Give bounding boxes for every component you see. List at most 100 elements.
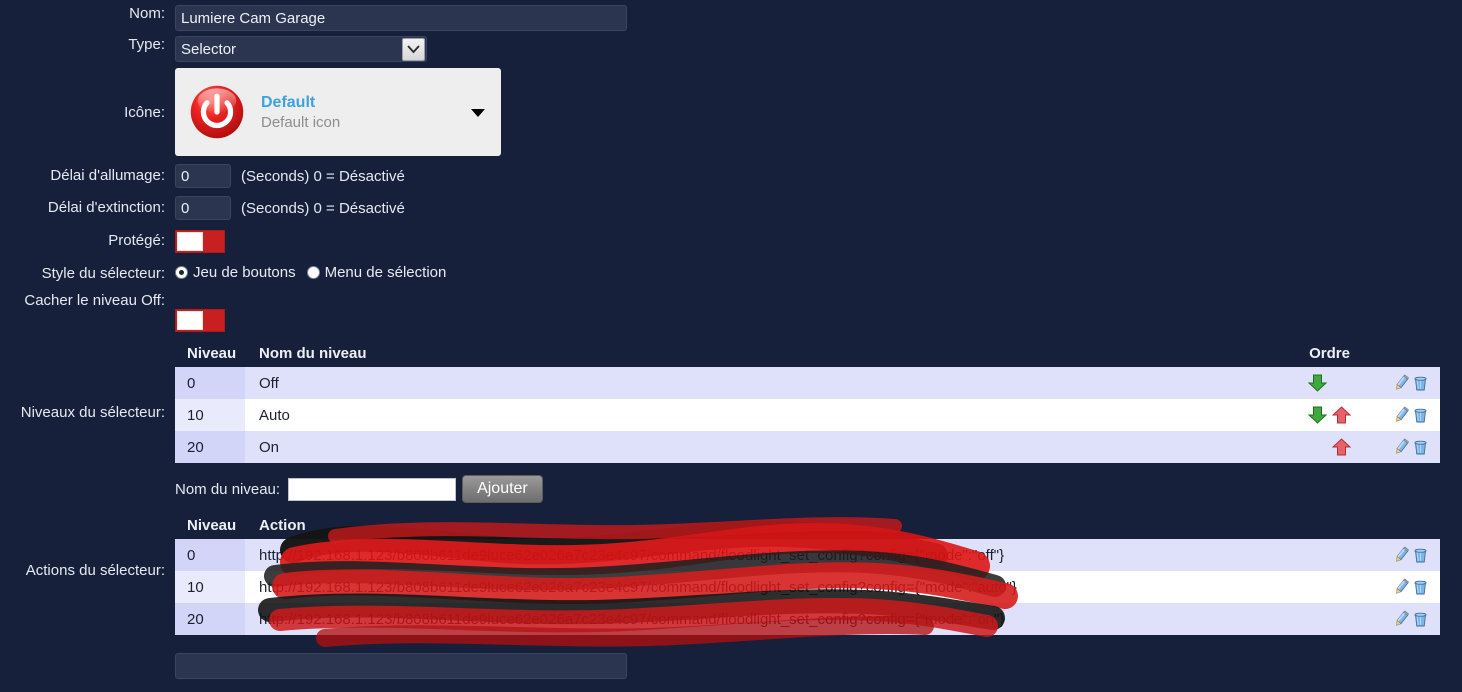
field-row-bottom-partial (0, 653, 1462, 679)
icon-label: Icône: (124, 104, 165, 121)
action-url: http://192.168.1.123/b808b611de9luce62e0… (245, 571, 1382, 603)
icon-title: Default (261, 93, 316, 111)
off-delay-note: (Seconds) 0 = Désactivé (241, 199, 405, 217)
chevron-down-icon[interactable] (402, 38, 425, 61)
toggle-knob (177, 311, 203, 330)
trash-icon[interactable] (1412, 610, 1429, 628)
radio-button-set[interactable] (175, 266, 188, 279)
actions-table: Niveau Action 0 http://192.168.1.123/b808… (175, 514, 1440, 635)
actions-header-level: Niveau (187, 517, 237, 534)
levels-table-row: 0 Off (175, 367, 1440, 399)
field-row-type: Type: (0, 36, 1462, 62)
actions-table-row: 0 http://192.168.1.123/b808b611de9luce62e… (175, 539, 1440, 571)
trash-icon[interactable] (1412, 578, 1429, 596)
add-level-input[interactable] (288, 477, 457, 501)
field-row-actions: Actions du sélecteur: Niveau Action 0 htt… (0, 514, 1462, 647)
type-label: Type: (128, 36, 165, 53)
level-order-controls (1277, 367, 1382, 399)
action-url: http://192.168.1.123/b808b611de9luce62e0… (245, 539, 1382, 571)
actions-table-header: Niveau Action (175, 514, 1440, 539)
action-level-value: 10 (175, 571, 245, 603)
caret-down-icon[interactable] (471, 109, 485, 117)
hide-off-label: Cacher le niveau Off: (24, 292, 165, 309)
pencil-icon[interactable] (1393, 610, 1410, 628)
levels-header-actions (1382, 342, 1440, 367)
levels-table-row: 20 On (175, 431, 1440, 463)
radio-button-set-label: Jeu de boutons (193, 264, 296, 281)
device-edit-form: Nom: Type: Icône: (0, 5, 1462, 692)
bottom-partial-input[interactable] (175, 653, 627, 679)
add-level-label: Nom du niveau: (175, 480, 281, 498)
protected-label: Protégé: (108, 232, 165, 249)
field-row-hide-off-level: Cacher le niveau Off: (0, 292, 1462, 332)
type-input[interactable] (175, 36, 427, 62)
on-delay-label: Délai d'allumage: (50, 167, 165, 184)
protected-toggle[interactable] (175, 230, 225, 253)
levels-table-row: 10 Auto (175, 399, 1440, 431)
on-delay-input[interactable] (175, 164, 231, 188)
pencil-icon[interactable] (1393, 406, 1410, 424)
trash-icon[interactable] (1412, 438, 1429, 456)
level-value: 10 (175, 399, 245, 431)
levels-table: Niveau Nom du niveau Ordre 0 Off 10 Auto 20 O… (175, 342, 1440, 463)
radio-selection-menu-label: Menu de sélection (324, 264, 447, 281)
level-name: On (245, 431, 1277, 463)
actions-label: Actions du sélecteur: (25, 562, 165, 579)
pencil-icon[interactable] (1393, 578, 1410, 596)
actions-header-buttons (1382, 514, 1440, 539)
action-level-value: 20 (175, 603, 245, 635)
level-name: Off (245, 367, 1277, 399)
level-name: Auto (245, 399, 1277, 431)
field-row-on-delay: Délai d'allumage: (Seconds) 0 = Désactiv… (0, 164, 1462, 188)
field-row-icon: Icône: Default Default icon (0, 68, 1462, 156)
icon-subtitle: Default icon (261, 113, 341, 131)
selector-style-label: Style du sélecteur: (41, 265, 165, 282)
off-delay-label: Délai d'extinction: (47, 199, 165, 216)
field-row-protected: Protégé: (0, 230, 1462, 253)
levels-header-order: Ordre (1309, 345, 1350, 362)
icon-picker[interactable]: Default Default icon (175, 68, 501, 156)
add-level-button[interactable]: Ajouter (462, 475, 543, 503)
field-row-levels: Niveaux du sélecteur: Niveau Nom du nive… (0, 342, 1462, 463)
hide-off-toggle[interactable] (175, 309, 225, 332)
action-level-value: 0 (175, 539, 245, 571)
field-row-name: Nom: (0, 5, 1462, 31)
trash-icon[interactable] (1412, 374, 1429, 392)
level-order-controls (1277, 399, 1382, 431)
trash-icon[interactable] (1412, 406, 1429, 424)
radio-selection-menu[interactable] (306, 266, 320, 279)
arrow-up-icon[interactable] (1332, 438, 1351, 456)
name-input[interactable] (175, 5, 627, 31)
levels-header-level: Niveau (187, 345, 237, 362)
arrow-up-icon[interactable] (1332, 406, 1351, 424)
actions-table-row: 10 http://192.168.1.123/b808b611de9luce62… (175, 571, 1440, 603)
actions-table-row: 20 http://192.168.1.123/b808b611de9luce62… (175, 603, 1440, 635)
level-order-controls (1277, 431, 1382, 463)
field-row-selector-style: Style du sélecteur: Jeu de boutons Menu … (0, 264, 1462, 283)
level-value: 0 (175, 367, 245, 399)
levels-header-name: Nom du niveau (259, 345, 367, 362)
action-row-buttons (1382, 539, 1440, 571)
field-row-add-level: Nom du niveau: Ajouter (0, 475, 1462, 503)
pencil-icon[interactable] (1393, 438, 1410, 456)
arrow-down-icon[interactable] (1308, 406, 1327, 424)
action-url: http://192.168.1.123/b808b611de9luce62e0… (245, 603, 1382, 635)
levels-table-header: Niveau Nom du niveau Ordre (175, 342, 1440, 367)
trash-icon[interactable] (1412, 546, 1429, 564)
actions-header-action: Action (259, 517, 306, 534)
on-delay-note: (Seconds) 0 = Désactivé (241, 167, 405, 185)
levels-label: Niveaux du sélecteur: (20, 404, 165, 421)
action-row-buttons (1382, 603, 1440, 635)
type-select[interactable] (175, 36, 427, 62)
field-row-off-delay: Délai d'extinction: (Seconds) 0 = Désact… (0, 196, 1462, 220)
pencil-icon[interactable] (1393, 374, 1410, 392)
toggle-knob (177, 232, 203, 251)
pencil-icon[interactable] (1393, 546, 1410, 564)
name-label: Nom: (129, 5, 165, 22)
level-row-actions (1382, 399, 1440, 431)
action-row-buttons (1382, 571, 1440, 603)
arrow-down-icon[interactable] (1308, 374, 1327, 392)
level-value: 20 (175, 431, 245, 463)
off-delay-input[interactable] (175, 196, 231, 220)
level-row-actions (1382, 367, 1440, 399)
